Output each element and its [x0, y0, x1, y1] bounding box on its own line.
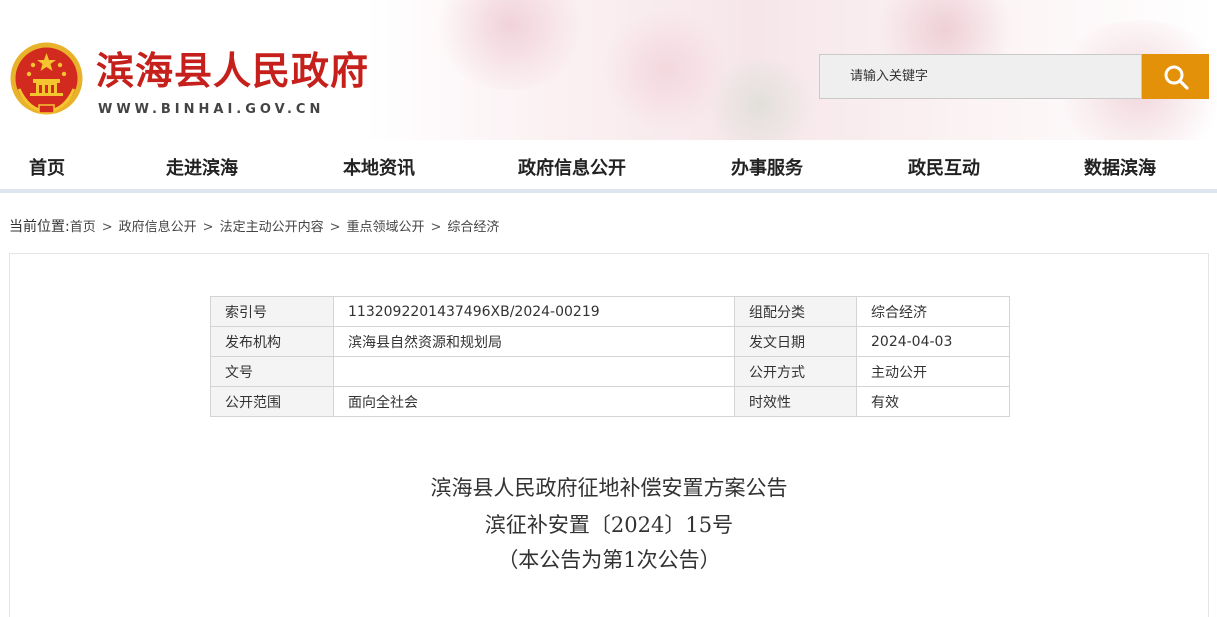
- meta-key: 组配分类: [734, 296, 857, 327]
- breadcrumb-gov-info[interactable]: 政府信息公开: [119, 220, 197, 235]
- breadcrumb-separator: >: [202, 220, 214, 235]
- meta-key: 公开范围: [210, 386, 334, 417]
- table-row: 索引号 1132092201437496XB/2024-00219 组配分类 综…: [210, 296, 1010, 327]
- breadcrumb-separator: >: [430, 220, 442, 235]
- table-row: 文号 公开方式 主动公开: [210, 356, 1010, 387]
- meta-value: 综合经济: [856, 296, 1010, 327]
- breadcrumb-prefix: 当前位置:: [9, 219, 70, 235]
- blossom-decoration: [430, 0, 590, 90]
- breadcrumb-economy[interactable]: 综合经济: [447, 220, 499, 235]
- meta-value: 滨海县自然资源和规划局: [333, 326, 735, 357]
- search-button[interactable]: [1142, 54, 1209, 99]
- header: 滨海县人民政府 WWW.BINHAI.GOV.CN: [0, 0, 1217, 140]
- document-note: （本公告为第1次公告）: [497, 548, 721, 572]
- meta-value: 有效: [856, 386, 1010, 417]
- meta-value: 主动公开: [856, 356, 1010, 387]
- meta-value: [333, 356, 735, 387]
- nav-item-about-binhai[interactable]: 走进滨海: [166, 154, 238, 180]
- meta-key: 文号: [210, 356, 334, 387]
- meta-key: 公开方式: [734, 356, 857, 387]
- breadcrumb-separator: >: [101, 220, 113, 235]
- search-icon: [1164, 65, 1189, 90]
- nav-item-local-news[interactable]: 本地资讯: [343, 154, 415, 180]
- document-number: 滨征补安置〔2024〕15号: [484, 513, 734, 537]
- nav-item-home[interactable]: 首页: [29, 154, 65, 180]
- site-title[interactable]: 滨海县人民政府: [96, 40, 369, 95]
- meta-key: 发布机构: [210, 326, 334, 357]
- nav-item-data-binhai[interactable]: 数据滨海: [1084, 154, 1156, 180]
- metadata-table: 索引号 1132092201437496XB/2024-00219 组配分类 综…: [210, 296, 1010, 417]
- search-input[interactable]: [820, 55, 1141, 98]
- meta-value: 1132092201437496XB/2024-00219: [333, 296, 735, 327]
- nav-divider: [0, 189, 1217, 193]
- blossom-decoration: [700, 60, 820, 140]
- meta-key: 索引号: [210, 296, 334, 327]
- document-title: 滨海县人民政府征地补偿安置方案公告: [430, 476, 788, 500]
- breadcrumb-separator: >: [329, 220, 341, 235]
- search-box: [819, 54, 1142, 99]
- meta-key: 发文日期: [734, 326, 857, 357]
- nav-item-services[interactable]: 办事服务: [731, 154, 803, 180]
- breadcrumb-home[interactable]: 首页: [70, 220, 96, 235]
- site-url: WWW.BINHAI.GOV.CN: [98, 102, 325, 117]
- breadcrumb-key-areas[interactable]: 重点领域公开: [346, 220, 424, 235]
- nav-item-gov-info[interactable]: 政府信息公开: [518, 154, 626, 180]
- national-emblem-icon[interactable]: [9, 41, 84, 116]
- nav-item-interaction[interactable]: 政民互动: [908, 154, 980, 180]
- table-row: 发布机构 滨海县自然资源和规划局 发文日期 2024-04-03: [210, 326, 1010, 357]
- table-row: 公开范围 面向全社会 时效性 有效: [210, 386, 1010, 417]
- breadcrumb: 当前位置:首页 > 政府信息公开 > 法定主动公开内容 > 重点领域公开 > 综合经济: [9, 216, 499, 236]
- breadcrumb-statutory[interactable]: 法定主动公开内容: [220, 220, 324, 235]
- main-nav: 首页 走进滨海 本地资讯 政府信息公开 办事服务 政民互动 数据滨海: [0, 140, 1217, 192]
- meta-value: 面向全社会: [333, 386, 735, 417]
- article-container: 索引号 1132092201437496XB/2024-00219 组配分类 综…: [9, 253, 1209, 617]
- meta-value: 2024-04-03: [856, 326, 1010, 357]
- meta-key: 时效性: [734, 386, 857, 417]
